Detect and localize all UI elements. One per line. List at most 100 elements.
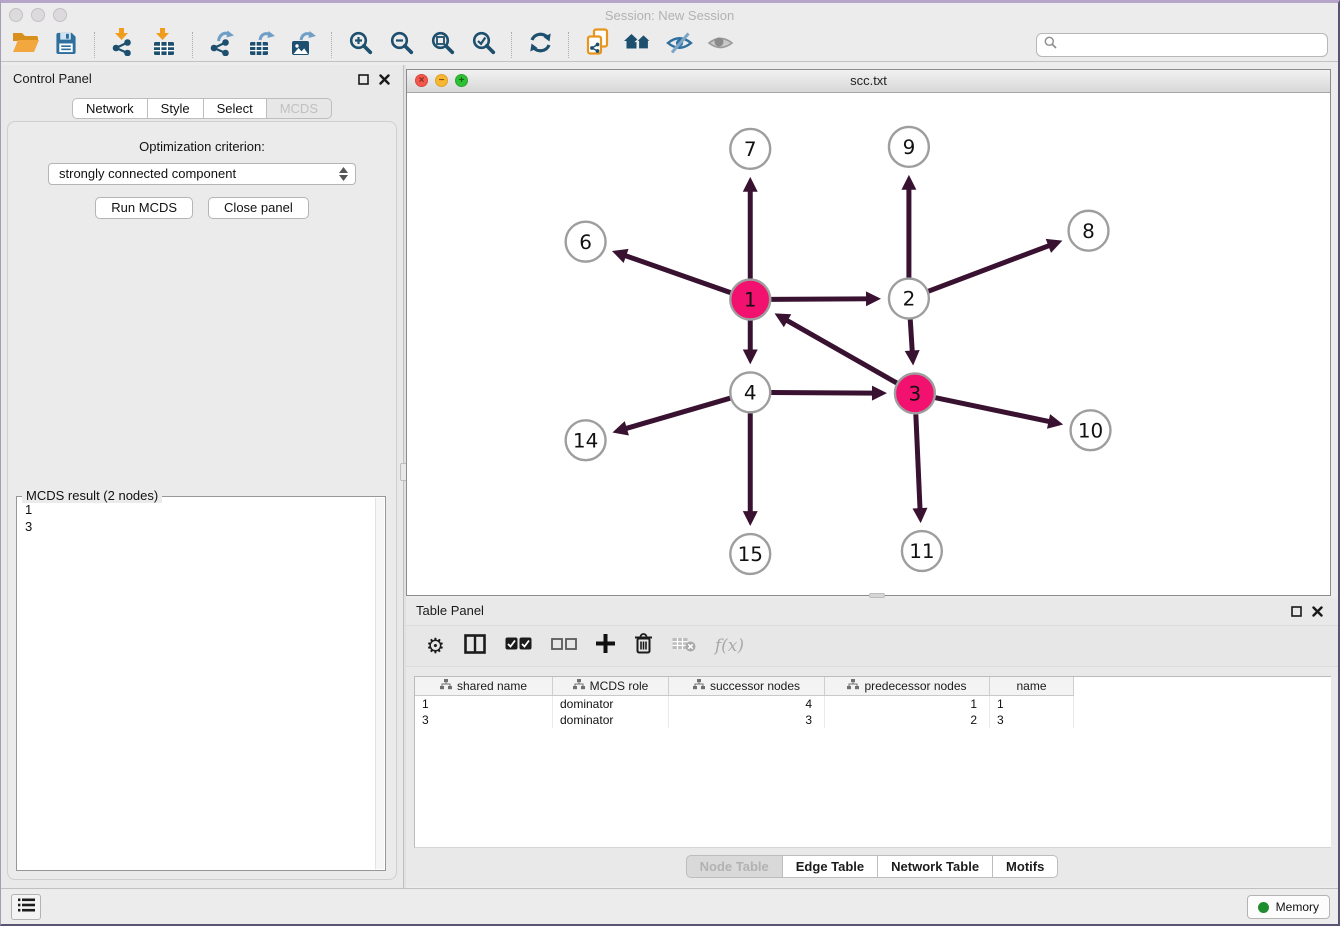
list-icon [18, 898, 35, 917]
column-header-shared-name[interactable]: shared name [415, 677, 553, 696]
table-tab-network-table[interactable]: Network Table [878, 855, 993, 878]
zoom-in-button[interactable] [342, 30, 378, 60]
edge-arrowhead [612, 249, 629, 263]
table-cell[interactable]: 1 [825, 696, 990, 712]
show-all-button[interactable] [702, 30, 738, 60]
zoom-out-icon [389, 30, 414, 60]
table-row[interactable]: 3dominator323 [415, 712, 1331, 728]
zoom-selected-icon [471, 30, 496, 60]
search-input[interactable] [1062, 35, 1327, 55]
close-panel-icon[interactable] [1312, 604, 1323, 622]
edge-3-10[interactable] [935, 398, 1050, 422]
minimize-window-button[interactable] [31, 8, 45, 22]
hide-selected-button[interactable] [661, 30, 697, 60]
function-builder-icon[interactable]: f(x) [715, 636, 744, 656]
network-maximize-button[interactable]: + [455, 74, 468, 87]
application-window: Session: New Session [0, 0, 1340, 926]
zoom-fit-button[interactable] [424, 30, 460, 60]
result-scrollbar[interactable] [375, 498, 384, 869]
refresh-button[interactable] [522, 30, 558, 60]
status-bar: Memory [1, 888, 1338, 924]
edge-2-3[interactable] [910, 319, 912, 352]
tab-style[interactable]: Style [148, 98, 204, 119]
memory-status-dot [1258, 902, 1269, 913]
search-field[interactable] [1036, 33, 1328, 57]
edge-4-14[interactable] [625, 398, 730, 429]
table-cell[interactable]: dominator [553, 712, 669, 728]
toolbar-separator [331, 32, 332, 58]
export-network-button[interactable] [203, 30, 239, 60]
first-neighbors-button[interactable] [620, 30, 656, 60]
zoom-window-button[interactable] [53, 8, 67, 22]
import-network-icon [110, 28, 136, 61]
graph-node-label: 1 [744, 288, 757, 312]
table-tab-node-table[interactable]: Node Table [686, 855, 783, 878]
close-panel-button[interactable]: Close panel [208, 197, 309, 219]
shared-column-icon [440, 679, 452, 693]
column-header-MCDS-role[interactable]: MCDS role [553, 677, 669, 696]
export-table-button[interactable] [244, 30, 280, 60]
table-cell[interactable]: dominator [553, 696, 669, 712]
edge-2-8[interactable] [929, 245, 1051, 291]
column-header-name[interactable]: name [990, 677, 1074, 696]
table-toolbar: ⚙ f(x) [406, 625, 1338, 667]
network-close-button[interactable]: × [415, 74, 428, 87]
table-cell[interactable]: 4 [669, 696, 825, 712]
close-panel-icon[interactable] [379, 72, 390, 90]
shared-column-icon [573, 679, 585, 693]
graph-node-label: 11 [909, 539, 934, 563]
show-columns-icon[interactable] [464, 634, 486, 659]
export-network-icon [208, 29, 235, 61]
edge-arrowhead [866, 291, 881, 306]
import-network-button[interactable] [105, 30, 141, 60]
table-mode-gear-icon[interactable]: ⚙ [426, 636, 445, 657]
save-session-button[interactable] [48, 30, 84, 60]
column-header-successor-nodes[interactable]: successor nodes [669, 677, 825, 696]
tab-select[interactable]: Select [204, 98, 267, 119]
table-row[interactable]: 1dominator411 [415, 696, 1331, 712]
create-column-icon[interactable] [596, 634, 615, 658]
table-tab-edge-table[interactable]: Edge Table [783, 855, 878, 878]
edge-3-11[interactable] [916, 414, 920, 510]
delete-table-icon[interactable] [672, 636, 696, 657]
tab-network[interactable]: Network [72, 98, 148, 119]
network-canvas[interactable]: 1234678910111415 [407, 93, 1330, 595]
criterion-select[interactable]: strongly connected component [48, 163, 356, 185]
node-table: shared nameMCDS rolesuccessor nodesprede… [414, 676, 1331, 848]
mcds-result-lines[interactable]: 1 3 [17, 497, 385, 539]
table-tabs: Node TableEdge TableNetwork TableMotifs [406, 855, 1338, 878]
delete-columns-icon[interactable] [634, 633, 653, 659]
zoom-selected-button[interactable] [465, 30, 501, 60]
edge-3-1[interactable] [786, 320, 897, 383]
tab-mcds[interactable]: MCDS [267, 98, 332, 119]
table-cell[interactable]: 1 [990, 696, 1074, 712]
table-cell[interactable]: 1 [415, 696, 553, 712]
table-cell[interactable]: 3 [990, 712, 1074, 728]
run-mcds-button[interactable]: Run MCDS [95, 197, 193, 219]
eye-icon [707, 29, 734, 61]
network-minimize-button[interactable]: − [435, 74, 448, 87]
network-window-titlebar[interactable]: × − + scc.txt [407, 70, 1330, 93]
float-panel-icon[interactable] [358, 72, 369, 90]
edge-1-2[interactable] [771, 299, 868, 300]
edge-1-6[interactable] [624, 255, 730, 292]
zoom-out-button[interactable] [383, 30, 419, 60]
export-image-button[interactable] [285, 30, 321, 60]
edge-4-3[interactable] [771, 392, 874, 393]
memory-button[interactable]: Memory [1247, 895, 1330, 919]
table-tab-motifs[interactable]: Motifs [993, 855, 1058, 878]
unselect-all-columns-icon[interactable] [551, 637, 577, 655]
task-history-button[interactable] [11, 894, 41, 920]
column-header-predecessor-nodes[interactable]: predecessor nodes [825, 677, 990, 696]
select-all-columns-icon[interactable] [505, 637, 532, 655]
clone-network-button[interactable] [579, 30, 615, 60]
table-cell[interactable]: 2 [825, 712, 990, 728]
table-cell[interactable]: 3 [669, 712, 825, 728]
edge-arrowhead [612, 421, 628, 435]
table-cell[interactable]: 3 [415, 712, 553, 728]
open-session-button[interactable] [7, 30, 43, 60]
import-table-button[interactable] [146, 30, 182, 60]
close-window-button[interactable] [9, 8, 23, 22]
optimization-criterion-label: Optimization criterion: [8, 139, 396, 154]
float-panel-icon[interactable] [1291, 604, 1302, 622]
